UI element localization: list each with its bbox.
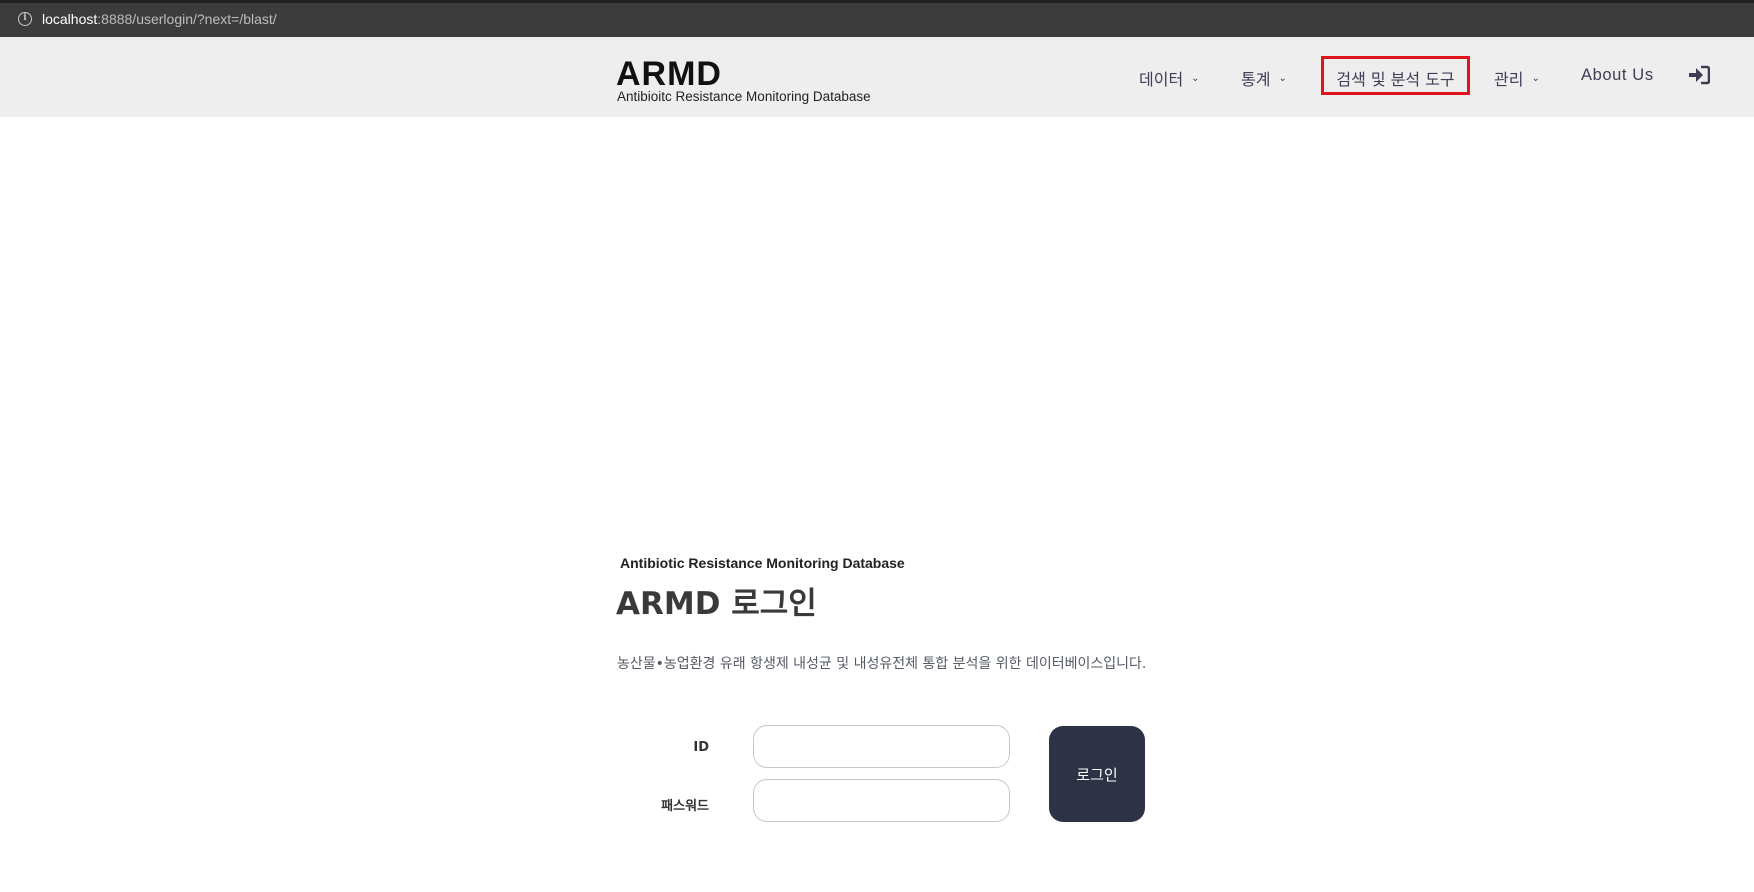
chevron-down-icon: ⌄ bbox=[1531, 73, 1540, 84]
browser-address-bar[interactable]: i localhost:8888/userlogin/?next=/blast/ bbox=[0, 0, 1754, 37]
id-field[interactable] bbox=[753, 725, 1010, 768]
url-path: :8888/userlogin/?next=/blast/ bbox=[97, 11, 277, 27]
chevron-down-icon: ⌄ bbox=[1278, 73, 1287, 84]
nav-menu-about-us-label: About Us bbox=[1581, 66, 1654, 84]
nav-menu-data[interactable]: 데이터 ⌄ bbox=[1139, 66, 1200, 90]
nav-menu-stats[interactable]: 통계 ⌄ bbox=[1241, 66, 1287, 90]
nav-menu-admin-label: 관리 bbox=[1494, 70, 1524, 89]
nav-menu-data-label: 데이터 bbox=[1139, 70, 1184, 89]
nav-menu-search-tools-label: 검색 및 분석 도구 bbox=[1336, 70, 1455, 89]
url-host: localhost bbox=[42, 11, 98, 27]
sign-in-icon-graphic bbox=[1689, 65, 1711, 85]
chevron-down-icon: ⌄ bbox=[1191, 73, 1200, 84]
nav-menu-search-tools[interactable]: 검색 및 분석 도구 bbox=[1321, 56, 1470, 95]
login-description: 농산물•농업환경 유래 항생제 내성균 및 내성유전체 통합 분석을 위한 데이… bbox=[617, 656, 1147, 672]
password-field[interactable] bbox=[753, 779, 1010, 822]
password-label: 패스워드 bbox=[661, 799, 709, 814]
sign-in-icon[interactable] bbox=[1688, 65, 1711, 85]
login-db-subtitle: Antibiotic Resistance Monitoring Databas… bbox=[620, 555, 905, 571]
nav-menu-admin[interactable]: 관리 ⌄ bbox=[1494, 66, 1540, 90]
nav-menu-stats-label: 통계 bbox=[1241, 70, 1271, 89]
page-title: ARMD 로그인 bbox=[616, 586, 817, 622]
url-text[interactable]: localhost:8888/userlogin/?next=/blast/ bbox=[42, 11, 277, 27]
brand-subtitle: Antibioitc Resistance Monitoring Databas… bbox=[617, 89, 871, 104]
site-header bbox=[0, 37, 1754, 117]
id-label: ID bbox=[693, 740, 709, 755]
nav-menu-about-us[interactable]: About Us bbox=[1581, 66, 1654, 85]
info-icon[interactable]: i bbox=[18, 12, 32, 26]
login-button[interactable]: 로그인 bbox=[1049, 726, 1145, 822]
